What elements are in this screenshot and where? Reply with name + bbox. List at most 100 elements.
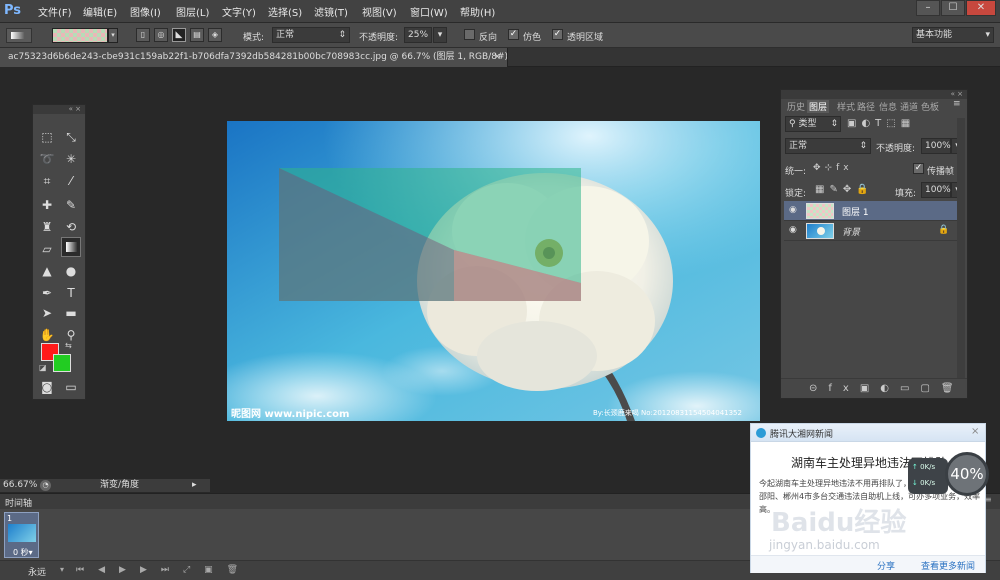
menu-help[interactable]: 帮助(H): [460, 4, 495, 19]
magic-wand-tool-icon[interactable]: ✳: [61, 149, 81, 169]
radial-gradient-icon[interactable]: ◎: [154, 28, 168, 42]
layer-actions-bar[interactable]: ⊝fx▣◐▭▢🗑: [781, 378, 967, 398]
close-icon[interactable]: ×: [971, 426, 979, 437]
move-tool-icon[interactable]: ⤡: [61, 127, 81, 147]
rectangle-tool-icon[interactable]: ▬: [61, 303, 81, 323]
history-brush-tool-icon[interactable]: ⟲: [61, 217, 81, 237]
eye-icon[interactable]: ◉: [789, 225, 797, 235]
tab-paths[interactable]: 路径: [857, 100, 875, 113]
gradient-tool-icon[interactable]: [61, 237, 81, 257]
playback-buttons[interactable]: ⏮◀▶▶⏭⤢▣🗑: [76, 565, 252, 575]
propagate-checkbox[interactable]: ✓: [913, 163, 924, 174]
reverse-label: 反向: [479, 33, 498, 43]
menu-edit[interactable]: 编辑(E): [83, 4, 117, 19]
menu-image[interactable]: 图像(I): [130, 4, 161, 19]
chevron-right-icon[interactable]: ▸: [192, 479, 197, 492]
menu-window[interactable]: 窗口(W): [410, 4, 448, 19]
document-tab[interactable]: ac75323d6b6de243-cbe931c159ab22f1-b706df…: [0, 48, 508, 67]
unify-icons[interactable]: ✥⊹fx: [813, 163, 853, 173]
panel-grip[interactable]: « ×: [781, 90, 967, 99]
blur-tool-icon[interactable]: ▲: [37, 261, 57, 281]
tab-swatches[interactable]: 色板: [921, 100, 939, 113]
maximize-button[interactable]: ☐: [941, 0, 965, 16]
eyedropper-tool-icon[interactable]: ⁄: [61, 171, 81, 191]
clone-stamp-tool-icon[interactable]: ♜: [37, 217, 57, 237]
timeline-tab[interactable]: 时间轴: [5, 496, 32, 509]
swap-colors-icon[interactable]: ⇆: [65, 341, 72, 350]
menu-filter[interactable]: 滤镜(T): [314, 4, 348, 19]
close-tab-icon[interactable]: ×: [493, 48, 501, 66]
workspace-select[interactable]: 基本功能 ▾: [912, 27, 994, 43]
arrow-up-icon: ↑: [912, 463, 918, 471]
screen-mode-icon[interactable]: ▭: [61, 377, 81, 397]
layer-opacity-input[interactable]: 100%: [921, 138, 951, 154]
menu-view[interactable]: 视图(V): [362, 4, 397, 19]
reverse-checkbox[interactable]: [464, 29, 475, 40]
animation-frame[interactable]: 1 0 秒▾: [4, 512, 39, 558]
blend-mode-select[interactable]: 正常 ⇕: [785, 138, 871, 154]
opacity-input[interactable]: 25%: [404, 27, 432, 43]
status-info-icon[interactable]: ◔: [40, 480, 51, 491]
layer-name[interactable]: 背景: [842, 225, 860, 238]
frame-delay[interactable]: 0 秒▾: [13, 547, 33, 558]
panel-scrollbar[interactable]: [957, 118, 965, 378]
lasso-tool-icon[interactable]: ➰: [37, 149, 57, 169]
path-selection-tool-icon[interactable]: ➤: [37, 303, 57, 323]
menu-type[interactable]: 文字(Y): [222, 4, 256, 19]
tab-channels[interactable]: 通道: [900, 100, 918, 113]
document-canvas[interactable]: 昵图网 www.nipic.com By:长颈鹿来喝 No:2012083115…: [227, 121, 760, 421]
crop-tool-icon[interactable]: ⌗: [37, 171, 57, 191]
close-window-button[interactable]: ✕: [966, 0, 996, 16]
linear-gradient-icon[interactable]: ▯: [136, 28, 150, 42]
type-tool-icon[interactable]: T: [61, 283, 81, 303]
menu-file[interactable]: 文件(F): [38, 4, 72, 19]
tab-styles[interactable]: 样式: [837, 100, 855, 113]
lock-icons[interactable]: ▦✎✥🔒: [815, 184, 874, 195]
layer-name[interactable]: 图层 1: [842, 205, 869, 218]
layer-row[interactable]: ◉ 图层 1: [784, 201, 961, 221]
zoom-level[interactable]: 66.67%: [0, 480, 37, 490]
tab-history[interactable]: 历史: [787, 100, 805, 113]
pen-tool-icon[interactable]: ✒: [37, 283, 57, 303]
angle-gradient-icon[interactable]: ◣: [172, 28, 186, 42]
default-colors-icon[interactable]: ◪: [39, 363, 47, 372]
layer-filter-select[interactable]: ⚲ 类型 ⇕: [785, 116, 841, 132]
panel-grip[interactable]: « ×: [33, 105, 85, 114]
mode-value: 正常: [276, 30, 295, 40]
share-link[interactable]: 分享: [877, 559, 895, 572]
reflected-gradient-icon[interactable]: ▤: [190, 28, 204, 42]
layer-row[interactable]: ◉ 背景 🔒: [784, 221, 961, 241]
memory-usage-badge[interactable]: 40%: [945, 452, 989, 496]
menu-layer[interactable]: 图层(L): [176, 4, 209, 19]
panel-menu-icon[interactable]: ≡: [953, 99, 961, 109]
healing-brush-tool-icon[interactable]: ✚: [37, 195, 57, 215]
gradient-tool-preset-icon[interactable]: [6, 28, 32, 43]
eye-icon[interactable]: ◉: [789, 205, 797, 215]
minimize-button[interactable]: –: [916, 0, 940, 16]
layer-filter-icons[interactable]: ▣◐T⬚▦: [847, 118, 915, 129]
menu-select[interactable]: 选择(S): [268, 4, 302, 19]
chevron-down-icon[interactable]: ▾: [433, 27, 447, 43]
transparency-checkbox[interactable]: ✓: [552, 29, 563, 40]
quick-mask-icon[interactable]: ◙: [37, 377, 57, 397]
brush-tool-icon[interactable]: ✎: [61, 195, 81, 215]
panel-menu-icon[interactable]: ≡: [985, 495, 992, 504]
dither-checkbox[interactable]: ✓: [508, 29, 519, 40]
eraser-tool-icon[interactable]: ▱: [37, 239, 57, 259]
tab-info[interactable]: 信息: [879, 100, 897, 113]
chevron-down-icon: ⇕: [338, 30, 346, 40]
loop-select[interactable]: 永远: [28, 565, 46, 578]
marquee-tool-icon[interactable]: ⬚: [37, 127, 57, 147]
background-color-swatch[interactable]: [53, 354, 71, 372]
hand-tool-icon[interactable]: ✋: [37, 325, 57, 345]
chevron-down-icon[interactable]: ▾: [60, 565, 64, 574]
mode-select[interactable]: 正常 ⇕: [272, 27, 350, 43]
chevron-down-icon[interactable]: ▾: [108, 28, 118, 43]
gradient-swatch[interactable]: [52, 28, 108, 43]
tab-layers[interactable]: 图层: [807, 100, 830, 113]
diamond-gradient-icon[interactable]: ◈: [208, 28, 222, 42]
fill-input[interactable]: 100%: [921, 182, 951, 198]
dodge-tool-icon[interactable]: ●: [61, 261, 81, 281]
network-speed-widget[interactable]: ↑ 0K/s ↓ 0K/s: [908, 458, 948, 494]
more-news-link[interactable]: 查看更多新闻: [921, 559, 975, 572]
